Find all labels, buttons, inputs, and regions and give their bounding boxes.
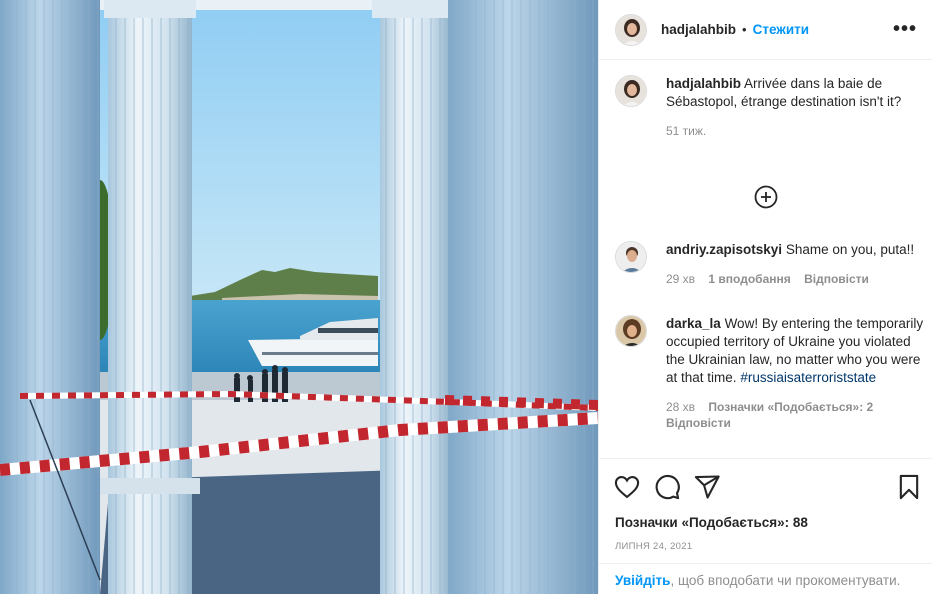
- author-username[interactable]: hadjalahbib: [661, 22, 736, 37]
- caption-age[interactable]: 51 тиж.: [666, 124, 706, 138]
- bookmark-icon[interactable]: [895, 473, 923, 501]
- comment-meta: 29 хв 1 вподобання Відповісти: [666, 271, 926, 287]
- commenter-avatar[interactable]: [615, 315, 647, 347]
- comment-likes[interactable]: Позначки «Подобається»: 2: [708, 400, 873, 414]
- plus-circle-icon[interactable]: [754, 185, 778, 209]
- comment-reply-button[interactable]: Відповісти: [804, 272, 869, 286]
- comment-meta: 28 хв Позначки «Подобається»: 2 Відповіс…: [666, 399, 926, 431]
- separator-dot: •: [742, 22, 747, 37]
- post-actions: Позначки «Подобається»: 88 ЛИПНЯ 24, 202…: [599, 458, 932, 594]
- post-header: hadjalahbib • Стежити •••: [599, 0, 932, 60]
- commenter-avatar[interactable]: [615, 241, 647, 273]
- sevastopol-colonnade-image: [0, 0, 598, 594]
- comment-hashtag[interactable]: #russiaisaterroriststate: [740, 370, 876, 385]
- post-date[interactable]: ЛИПНЯ 24, 2021: [615, 541, 692, 552]
- commenter-avatar-image: [616, 242, 646, 272]
- login-prompt: Увійдіть, щоб вподобати чи прокоментуват…: [599, 563, 932, 594]
- caption-username[interactable]: hadjalahbib: [666, 76, 741, 91]
- login-link[interactable]: Увійдіть: [615, 573, 670, 588]
- login-prompt-text: , щоб вподобати чи прокоментувати.: [670, 573, 901, 588]
- post-photo[interactable]: [0, 0, 598, 594]
- comment-username[interactable]: andriy.zapisotskyi: [666, 242, 782, 257]
- comment-text: Shame on you, puta!!: [785, 242, 915, 257]
- heart-icon[interactable]: [613, 473, 641, 501]
- caption-meta: 51 тиж.: [666, 123, 926, 139]
- follow-button[interactable]: Стежити: [753, 22, 809, 37]
- comment-reply-button[interactable]: Відповісти: [666, 416, 731, 430]
- comment-username[interactable]: darka_la: [666, 316, 721, 331]
- share-icon[interactable]: [693, 473, 721, 501]
- caption-body: hadjalahbib Arrivée dans la baie de Séba…: [666, 75, 926, 139]
- comment-age[interactable]: 29 хв: [666, 272, 695, 286]
- author-avatar-image: [616, 14, 646, 45]
- commenter-avatar-image: [616, 316, 646, 346]
- more-options-icon[interactable]: •••: [893, 19, 917, 39]
- comment-body: darka_la Wow! By entering the temporaril…: [666, 315, 926, 431]
- comments-list[interactable]: hadjalahbib Arrivée dans la baie de Séba…: [599, 61, 932, 458]
- caption-avatar[interactable]: [615, 75, 647, 107]
- comment-likes[interactable]: 1 вподобання: [708, 272, 790, 286]
- comment-icon[interactable]: [653, 473, 681, 501]
- comment-age[interactable]: 28 хв: [666, 400, 695, 414]
- likes-count[interactable]: Позначки «Подобається»: 88: [615, 515, 808, 530]
- comment-body: andriy.zapisotskyi Shame on you, puta!! …: [666, 241, 926, 287]
- author-avatar[interactable]: [615, 13, 647, 46]
- post-side-panel: hadjalahbib • Стежити ••• hadjalahbib Ar…: [598, 0, 932, 594]
- caption-avatar-image: [616, 76, 646, 106]
